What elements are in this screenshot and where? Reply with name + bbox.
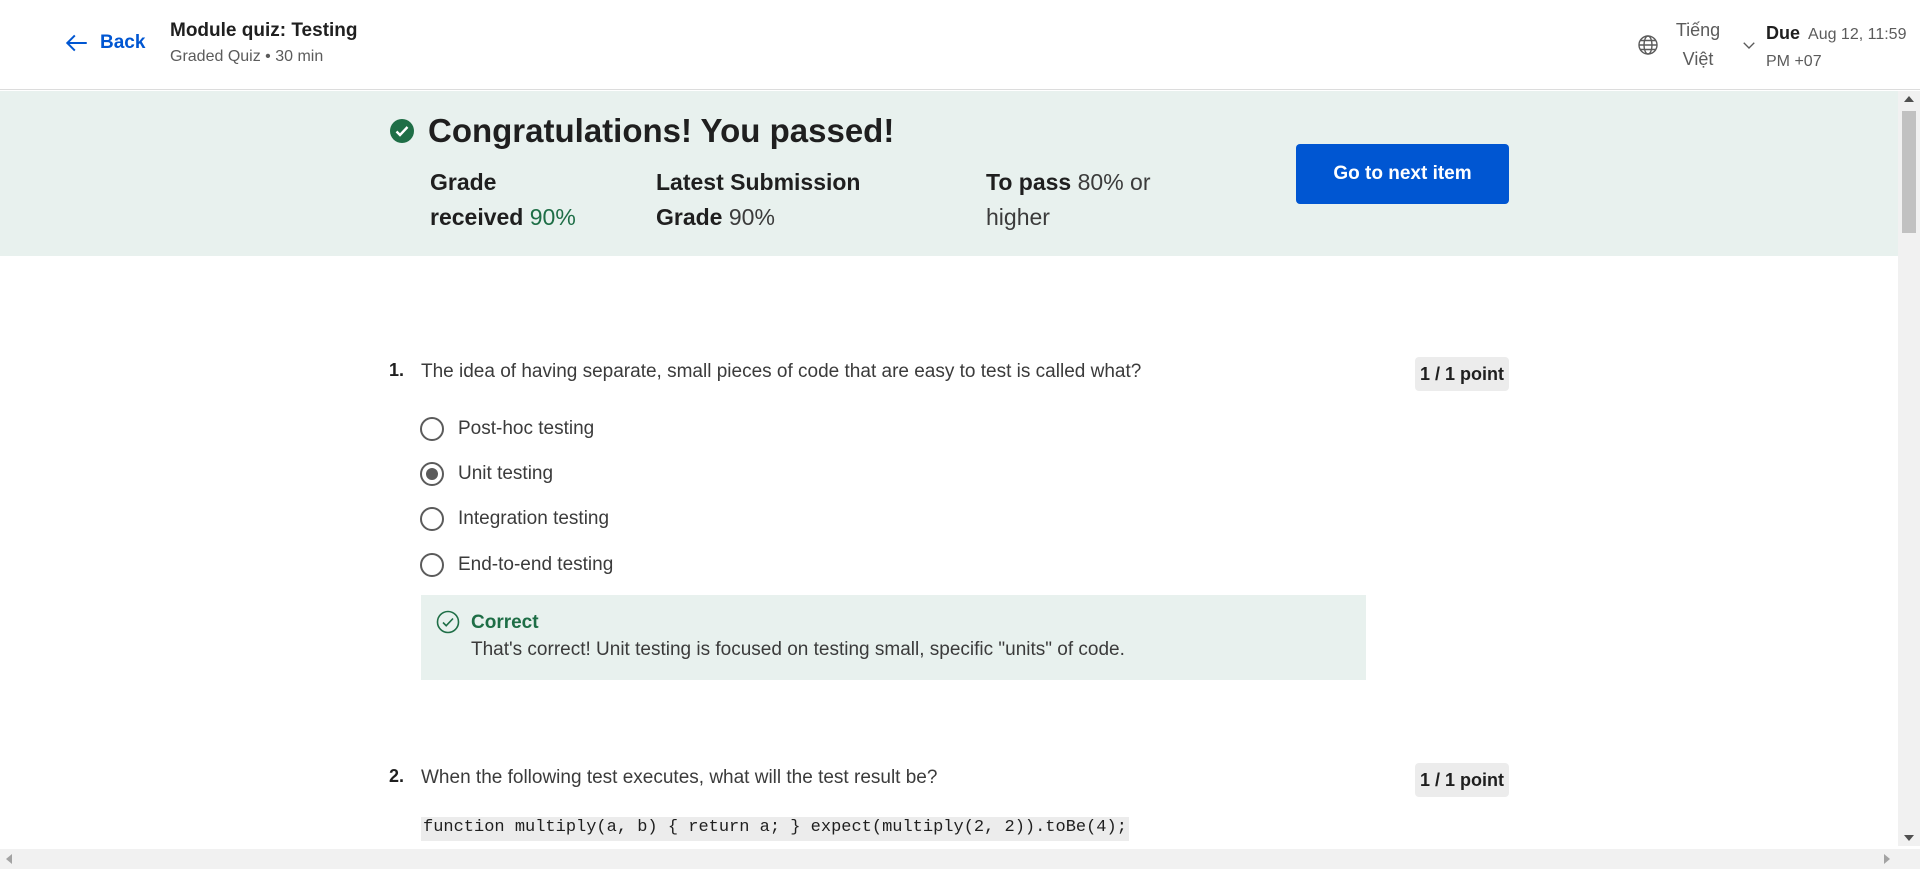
radio-dot: [426, 468, 438, 480]
question-text: When the following test executes, what w…: [421, 767, 938, 788]
radio-button[interactable]: [420, 507, 444, 531]
latest-submission-grade: Latest Submission Grade 90%: [656, 169, 861, 230]
option-integration-testing[interactable]: Integration testing: [420, 507, 609, 531]
option-label: Unit testing: [458, 463, 554, 484]
option-label: Integration testing: [458, 508, 610, 529]
points-badge: 1 / 1 point: [1415, 357, 1509, 391]
feedback-text: That's correct! Unit testing is focused …: [471, 639, 1125, 660]
due-label: Due: [1766, 23, 1801, 43]
question-text: The idea of having separate, small piece…: [421, 361, 1142, 382]
question-number: 1.: [389, 360, 405, 380]
check-circle-icon: [390, 119, 414, 143]
page-subtitle: Graded Quiz • 30 min: [170, 48, 324, 65]
back-label: Back: [100, 32, 146, 53]
pass-requirement: To pass 80% or higher: [986, 169, 1151, 230]
congrats-text: Congratulations! You passed!: [428, 112, 895, 149]
scrollbar-thumb[interactable]: [1902, 111, 1916, 233]
arrow-left-icon: [65, 34, 87, 52]
points-badge: 1 / 1 point: [1415, 763, 1509, 797]
horizontal-scrollbar[interactable]: [0, 849, 1920, 869]
feedback-box: Correct That's correct! Unit testing is …: [421, 595, 1366, 680]
scroll-right-arrow-icon[interactable]: [1884, 854, 1890, 864]
chevron-down-icon: [1743, 42, 1755, 49]
scroll-left-arrow-icon[interactable]: [6, 854, 12, 864]
page-title: Module quiz: Testing: [170, 20, 358, 41]
due-date-line1: Aug 12, 11:59: [1808, 26, 1907, 43]
feedback-title: Correct: [471, 612, 539, 633]
due-date-line2: PM +07: [1766, 53, 1822, 70]
question-number: 2.: [389, 766, 405, 786]
option-end-to-end-testing[interactable]: End-to-end testing: [420, 553, 613, 577]
radio-button-selected[interactable]: [420, 462, 444, 486]
quiz-title-block: Module quiz: Testing Graded Quiz • 30 mi…: [170, 20, 358, 66]
radio-button[interactable]: [420, 553, 444, 577]
option-label: Post-hoc testing: [458, 418, 595, 439]
back-button[interactable]: Back: [64, 30, 145, 56]
option-label: End-to-end testing: [458, 554, 614, 575]
grade-received: Grade received 90%: [430, 169, 576, 230]
go-to-next-item-button[interactable]: Go to next item: [1296, 144, 1509, 204]
language-selector[interactable]: Tiếng Việt: [1636, 16, 1758, 74]
top-bar: Back Module quiz: Testing Graded Quiz • …: [0, 0, 1920, 90]
globe-icon: [1638, 35, 1658, 55]
check-circle-outline-icon: [436, 610, 460, 634]
due-date: Due Aug 12, 11:59 PM +07: [1766, 20, 1906, 75]
scroll-down-arrow-icon[interactable]: [1904, 835, 1914, 841]
scroll-up-arrow-icon[interactable]: [1904, 96, 1914, 102]
radio-button[interactable]: [420, 417, 444, 441]
language-label: Tiếng Việt: [1675, 20, 1721, 69]
code-snippet: function multiply(a, b) { return a; } ex…: [421, 817, 1129, 841]
vertical-scrollbar[interactable]: [1898, 91, 1920, 846]
latest-grade-value: 90%: [728, 204, 775, 230]
result-heading: Congratulations! You passed!: [390, 112, 894, 150]
result-banner: [0, 91, 1898, 256]
option-post-hoc-testing[interactable]: Post-hoc testing: [420, 417, 594, 441]
grade-value: 90%: [529, 204, 576, 230]
option-unit-testing[interactable]: Unit testing: [420, 462, 553, 486]
